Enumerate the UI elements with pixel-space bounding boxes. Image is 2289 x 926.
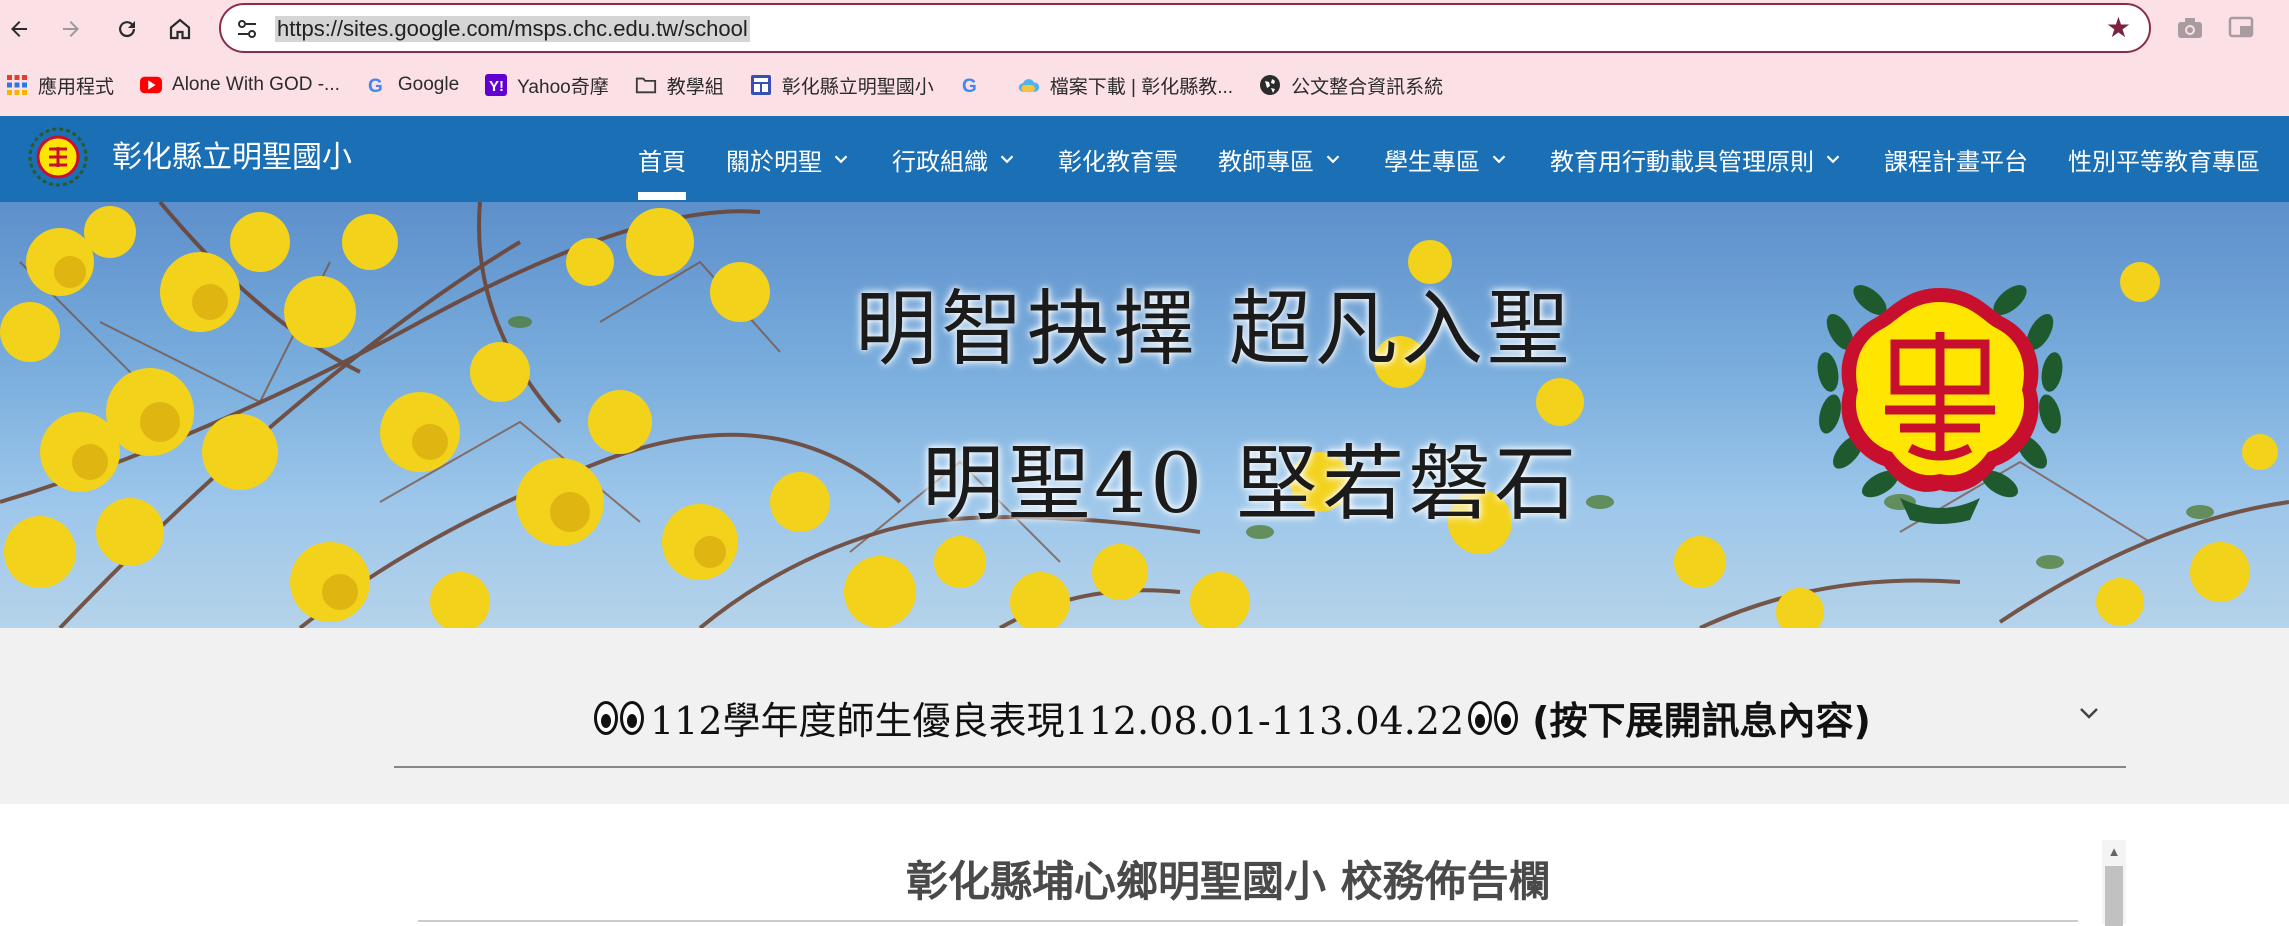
divider (418, 920, 2078, 922)
eyes-icon (1468, 700, 1520, 735)
nav-label: 行政組織 (892, 148, 988, 176)
banner-slogan-line1: 明智抉擇 超凡入聖 (855, 282, 1574, 377)
camera-icon[interactable] (2176, 16, 2204, 40)
chevron-down-icon[interactable] (2074, 698, 2104, 728)
svg-text:G: G (368, 76, 383, 96)
bookmark-google[interactable]: G Google (366, 74, 459, 96)
bookmark-label: Alone With GOD -... (172, 74, 340, 95)
site-title[interactable]: 彰化縣立明聖國小 (112, 140, 352, 176)
nav-label: 彰化教育雲 (1058, 148, 1178, 176)
bookmark-apps[interactable]: 應用程式 (6, 72, 114, 99)
bookmark-school-site[interactable]: 彰化縣立明聖國小 (750, 72, 934, 99)
embedded-scrollbar[interactable]: ▲ (2102, 840, 2126, 926)
eyes-icon (594, 700, 646, 735)
scrollbar-thumb[interactable] (2105, 866, 2123, 926)
forward-arrow-icon[interactable] (54, 12, 88, 46)
bookmark-star-icon[interactable]: ★ (2106, 14, 2131, 42)
nav-home[interactable]: 首頁 (638, 116, 686, 202)
chevron-down-icon (834, 155, 848, 164)
yahoo-icon: Y! (485, 74, 508, 96)
youtube-icon (140, 74, 163, 96)
bookmark-label: 彰化縣立明聖國小 (781, 76, 934, 98)
chevron-down-icon (1826, 155, 1840, 164)
nav-label: 教育用行動載具管理原則 (1550, 148, 1814, 176)
divider (394, 766, 2126, 768)
bookmark-yahoo[interactable]: Y! Yahoo奇摩 (485, 72, 609, 99)
nav-label: 性別平等教育專區 (2068, 148, 2260, 176)
nav-label: 關於明聖 (726, 148, 822, 176)
notice-title-text: 112學年度師生優良表現112.08.01-113.04.22 (650, 699, 1465, 743)
bookmark-label: Yahoo奇摩 (517, 76, 609, 98)
bookmark-file-download[interactable]: 檔案下載 | 彰化縣教... (1018, 72, 1233, 99)
home-icon[interactable] (163, 12, 197, 46)
sites-icon (750, 74, 772, 96)
back-arrow-icon[interactable] (2, 12, 36, 46)
svg-text:G: G (962, 76, 977, 96)
bookmark-label: 檔案下載 | 彰化縣教... (1049, 76, 1234, 98)
bookmark-teaching-folder[interactable]: 教學組 (635, 72, 724, 99)
bookmark-label: 應用程式 (38, 76, 115, 98)
nav-label: 學生專區 (1384, 148, 1480, 176)
chevron-down-icon (1492, 155, 1506, 164)
bookmarks-bar: 應用程式 Alone With GOD -... G Google Y! Yah… (0, 70, 2289, 100)
google-icon: G (366, 74, 388, 96)
bookmark-google-2[interactable]: G (960, 74, 992, 96)
site-header: 彰化縣立明聖國小 首頁 關於明聖 行政組織 彰化教育雲 教師專區 學生專區 教育… (0, 116, 2289, 202)
svg-text:Y!: Y! (489, 78, 504, 95)
cloud-icon (1018, 74, 1040, 96)
bulletin-board-title: 彰化縣埔心鄉明聖國小 校務佈告欄 (906, 857, 1551, 906)
bookmark-alone-with-god[interactable]: Alone With GOD -... (140, 74, 340, 96)
school-emblem-icon[interactable] (28, 127, 88, 187)
nav-teachers[interactable]: 教師專區 (1218, 116, 1344, 202)
apps-grid-icon (6, 74, 28, 96)
browser-chrome: https://sites.google.com/msps.chc.edu.tw… (0, 0, 2289, 116)
nav-label: 首頁 (638, 148, 686, 176)
nav-curriculum[interactable]: 課程計畫平台 (1884, 116, 2028, 202)
main-navigation: 首頁 關於明聖 行政組織 彰化教育雲 教師專區 學生專區 教育用行動載具管理原則… (638, 116, 2289, 202)
google-icon: G (960, 74, 982, 96)
globe-icon (1259, 74, 1281, 96)
bookmark-document-system[interactable]: 公文整合資訊系統 (1259, 72, 1443, 99)
nav-administration[interactable]: 行政組織 (892, 116, 1018, 202)
bookmark-label: 教學組 (666, 76, 724, 98)
tab-search-icon[interactable] (2228, 16, 2256, 40)
nav-mobile-devices[interactable]: 教育用行動載具管理原則 (1550, 116, 1844, 202)
notice-hint: (按下展開訊息內容) (1532, 699, 1871, 743)
chevron-down-icon (1000, 155, 1014, 164)
nav-label: 課程計畫平台 (1884, 148, 2028, 176)
notice-toggle[interactable]: 112學年度師生優良表現112.08.01-113.04.22 (按下展開訊息內… (590, 690, 1871, 745)
url-text[interactable]: https://sites.google.com/msps.chc.edu.tw… (275, 16, 750, 42)
nav-students[interactable]: 學生專區 (1384, 116, 1510, 202)
chevron-down-icon (1326, 155, 1340, 164)
address-bar[interactable]: https://sites.google.com/msps.chc.edu.tw… (219, 3, 2151, 53)
nav-education-cloud[interactable]: 彰化教育雲 (1058, 116, 1178, 202)
banner-slogan-line2: 明聖40 堅若磐石 (922, 437, 1581, 532)
school-emblem-icon (1817, 285, 2063, 524)
bookmark-label: 公文整合資訊系統 (1291, 76, 1444, 98)
scroll-up-arrow-icon[interactable]: ▲ (2102, 844, 2126, 860)
folder-icon (635, 74, 657, 96)
site-settings-icon[interactable] (235, 17, 259, 41)
hero-banner: 明智抉擇 超凡入聖 明聖40 堅若磐石 (0, 202, 2289, 628)
reload-icon[interactable] (110, 12, 144, 46)
notice-section: 112學年度師生優良表現112.08.01-113.04.22 (按下展開訊息內… (0, 628, 2289, 804)
nav-label: 教師專區 (1218, 148, 1314, 176)
nav-about[interactable]: 關於明聖 (726, 116, 852, 202)
bookmark-label: Google (397, 74, 460, 95)
nav-gender-equality[interactable]: 性別平等教育專區 (2068, 116, 2260, 202)
